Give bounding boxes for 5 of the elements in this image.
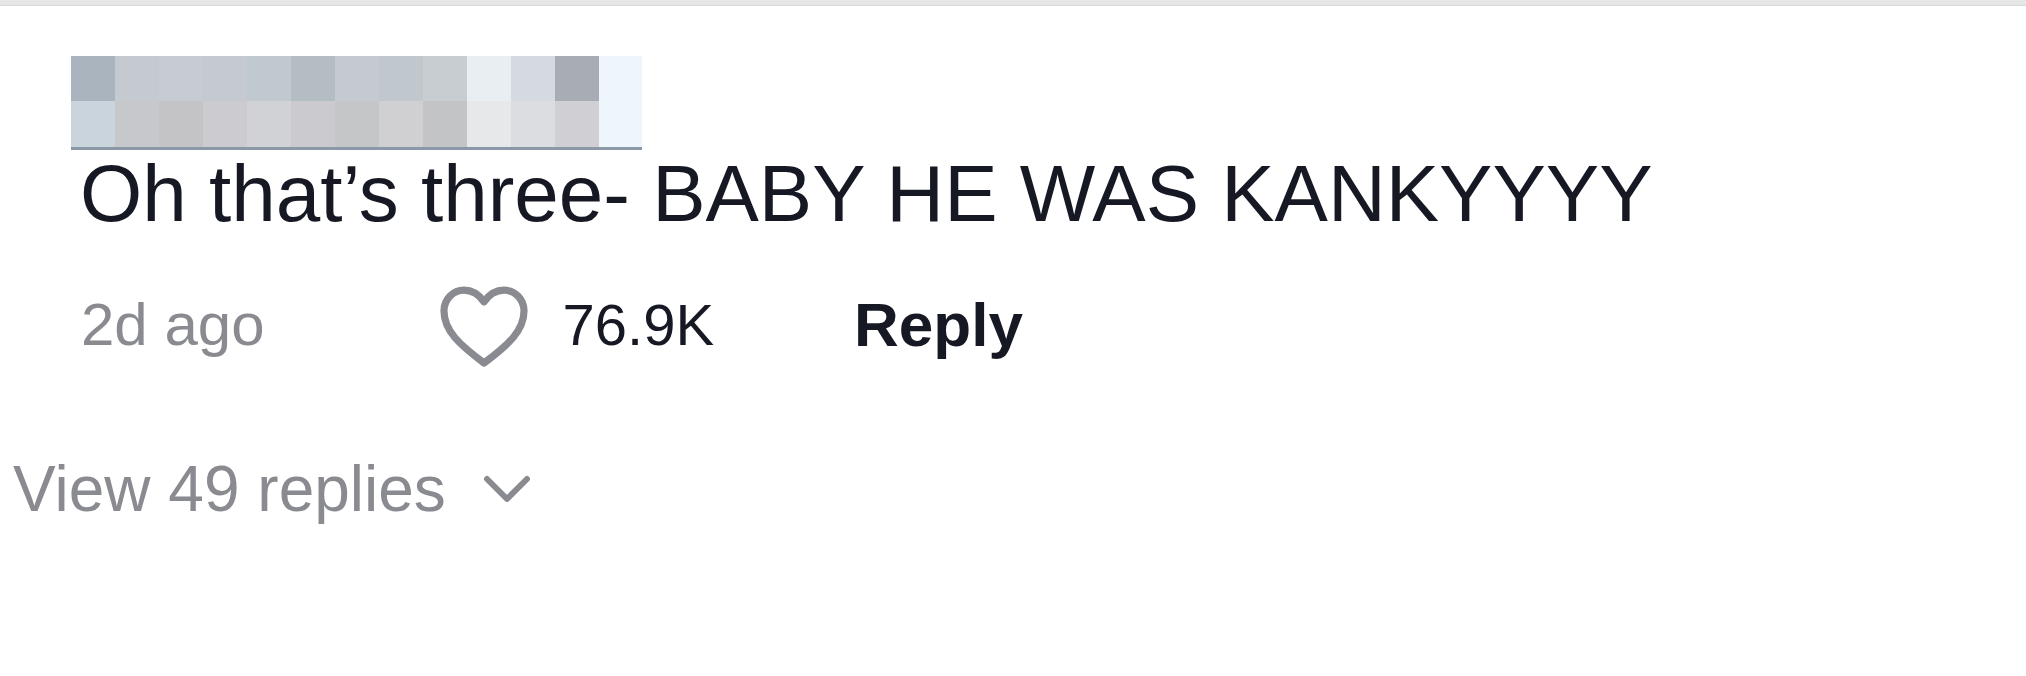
comment-text: Oh that’s three- BABY HE WAS KANKYYYY [79,150,1654,238]
chevron-down-icon [481,474,532,504]
like-button[interactable]: 76.9K [434,280,715,369]
comment-time: 2d ago [81,289,265,360]
reply-button[interactable]: Reply [854,278,1023,371]
